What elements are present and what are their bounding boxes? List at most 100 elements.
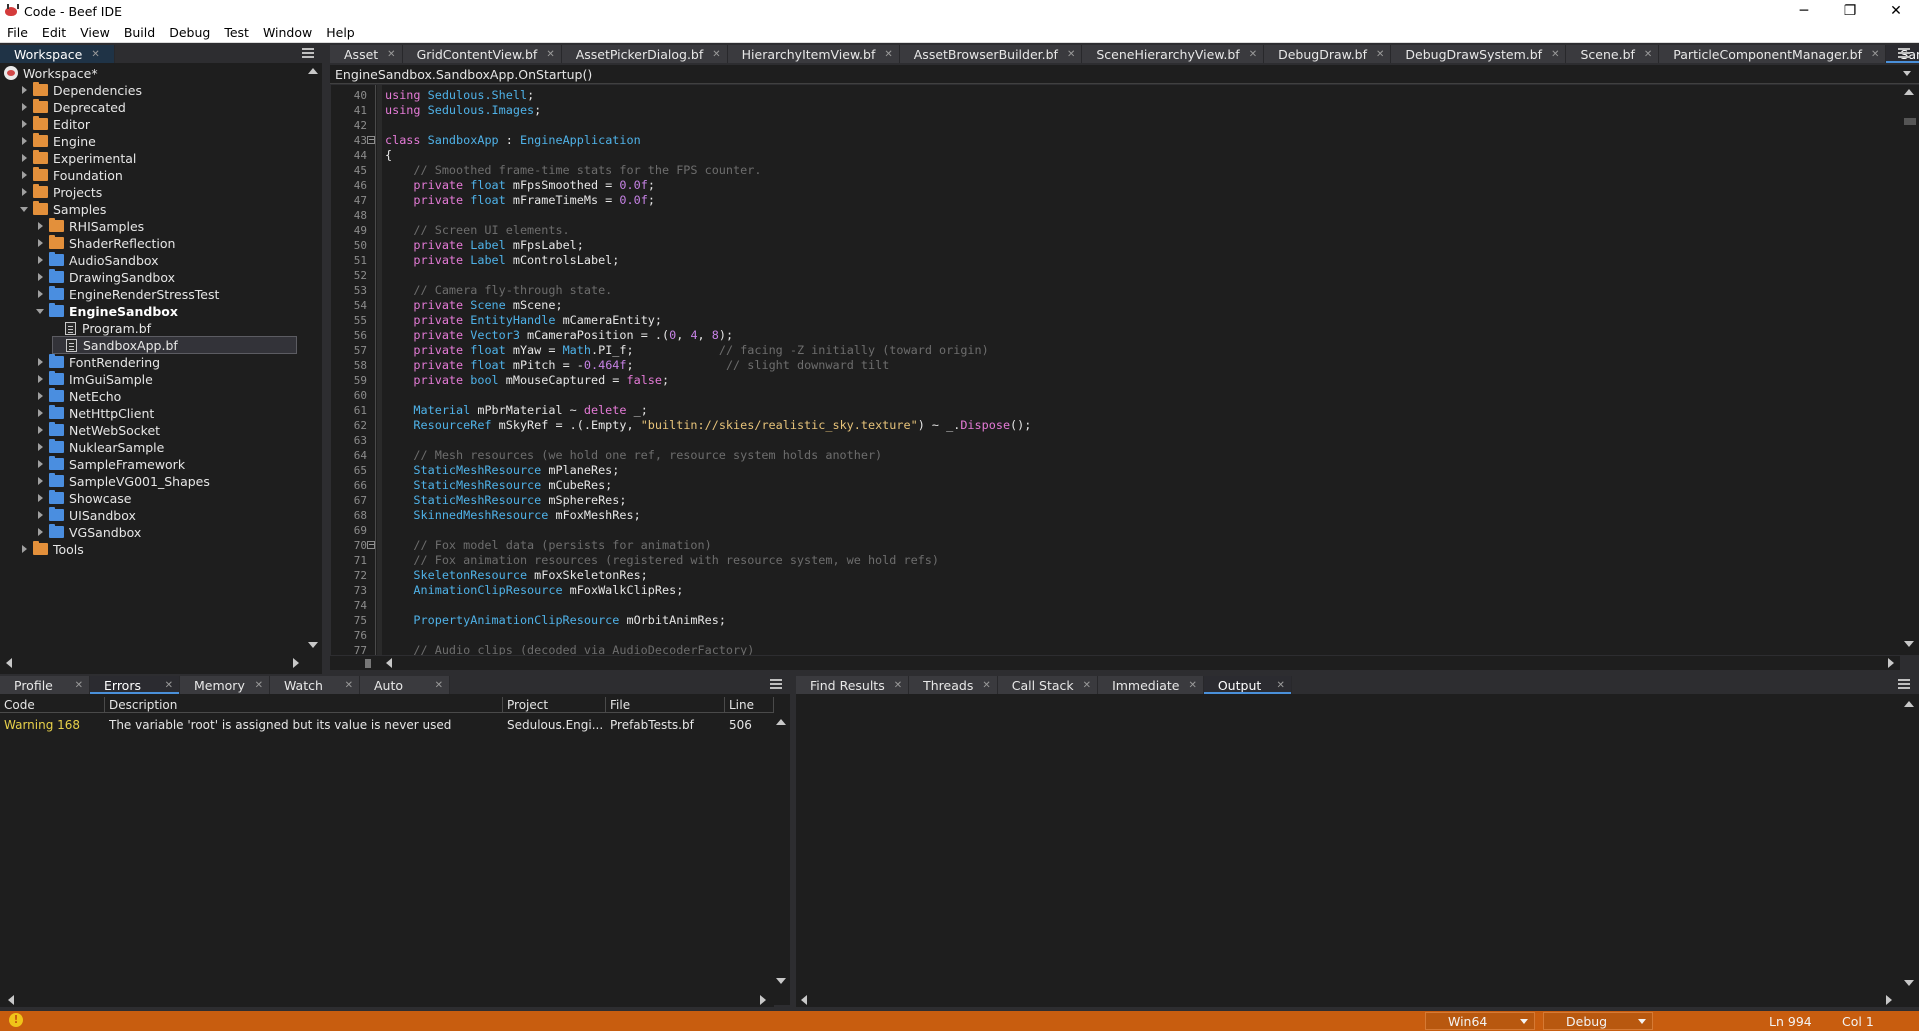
tree-file[interactable]: SandboxApp.bf (52, 336, 297, 354)
code-line[interactable]: // Fox model data (persists for animatio… (385, 538, 711, 553)
expand-right-icon[interactable] (36, 477, 44, 485)
tree-file[interactable]: Program.bf (52, 320, 151, 336)
scroll-right-icon[interactable] (1886, 995, 1896, 1005)
expand-right-icon[interactable] (36, 392, 44, 400)
code-line[interactable]: private Scene mScene; (385, 298, 562, 313)
close-tab-icon[interactable]: ✕ (1249, 49, 1257, 60)
close-tab-icon[interactable]: ✕ (1083, 680, 1091, 691)
tab-assetbrowserbuilder-bf[interactable]: AssetBrowserBuilder.bf ✕ (899, 45, 1083, 63)
tree-folder[interactable]: Dependencies (20, 82, 142, 98)
tree-folder[interactable]: EngineSandbox (36, 303, 178, 319)
code-line[interactable]: class SandboxApp : EngineApplication (385, 133, 641, 148)
expand-right-icon[interactable] (20, 86, 28, 94)
expand-right-icon[interactable] (20, 154, 28, 162)
close-tab-icon[interactable]: ✕ (1276, 680, 1284, 691)
fold-toggle-icon[interactable]: − (367, 136, 375, 144)
expand-right-icon[interactable] (36, 460, 44, 468)
tree-folder[interactable]: Workspace* (4, 65, 98, 81)
tree-folder[interactable]: ShaderReflection (36, 235, 175, 251)
expand-right-icon[interactable] (36, 256, 44, 264)
menu-test[interactable]: Test (217, 25, 256, 40)
close-tab-icon[interactable]: ✕ (387, 49, 395, 60)
expand-right-icon[interactable] (20, 188, 28, 196)
tab-particlecomponentmanager-bf[interactable]: ParticleComponentManager.bf ✕ (1659, 45, 1887, 63)
expand-right-icon[interactable] (36, 273, 44, 281)
tab-debugdraw-bf[interactable]: DebugDraw.bf ✕ (1264, 45, 1392, 63)
menu-help[interactable]: Help (319, 25, 362, 40)
tree-folder[interactable]: UISandbox (36, 507, 136, 523)
close-tab-icon[interactable]: ✕ (1376, 49, 1384, 60)
column-header[interactable]: Description (105, 697, 503, 713)
code-line[interactable]: using Sedulous.Shell; (385, 88, 541, 103)
tree-folder[interactable]: Experimental (20, 150, 136, 166)
code-area[interactable]: using Sedulous.Shell; using Sedulous.Ima… (385, 85, 1900, 655)
scroll-left-icon[interactable] (8, 995, 18, 1005)
close-tab-icon[interactable]: ✕ (1644, 49, 1652, 60)
code-line[interactable]: using Sedulous.Images; (385, 103, 541, 118)
expand-right-icon[interactable] (20, 171, 28, 179)
close-tab-icon[interactable]: ✕ (894, 680, 902, 691)
bottom-right-menu-icon[interactable] (1898, 679, 1910, 689)
column-header[interactable]: File (606, 697, 725, 713)
code-line[interactable]: private float mPitch = -0.464f; // sligh… (385, 358, 889, 373)
tab-debugdrawsystem-bf[interactable]: DebugDrawSystem.bf ✕ (1391, 45, 1567, 63)
minimize-button[interactable]: ─ (1781, 0, 1827, 22)
platform-dropdown[interactable]: Win64 (1425, 1012, 1535, 1030)
expand-right-icon[interactable] (20, 103, 28, 111)
tab-memory[interactable]: Memory ✕ (180, 676, 270, 694)
tab-scenehierarchyview-bf[interactable]: SceneHierarchyView.bf ✕ (1082, 45, 1265, 63)
tab-find-results[interactable]: Find Results ✕ (796, 676, 910, 694)
tree-folder[interactable]: NetEcho (36, 388, 121, 404)
close-tab-icon[interactable]: ✕ (712, 49, 720, 60)
scroll-down-icon[interactable] (1904, 641, 1914, 651)
close-tab-icon[interactable]: ✕ (435, 680, 443, 691)
tab-profile[interactable]: Profile ✕ (0, 676, 90, 694)
tab-asset[interactable]: Asset ✕ (330, 45, 403, 63)
output-text-area[interactable] (796, 697, 1896, 993)
code-line[interactable]: StaticMeshResource mPlaneRes; (385, 463, 619, 478)
expand-right-icon[interactable] (36, 222, 44, 230)
code-line[interactable]: StaticMeshResource mCubeRes; (385, 478, 612, 493)
column-header[interactable]: Project (503, 697, 606, 713)
code-line[interactable]: private float mFrameTimeMs = 0.0f; (385, 193, 655, 208)
expand-right-icon[interactable] (20, 120, 28, 128)
tree-folder[interactable]: Tools (20, 541, 84, 557)
tab-immediate[interactable]: Immediate ✕ (1098, 676, 1204, 694)
scroll-thumb[interactable] (1904, 118, 1916, 125)
expand-right-icon[interactable] (36, 528, 44, 536)
expand-right-icon[interactable] (36, 409, 44, 417)
tree-folder[interactable]: SampleVG001_Shapes (36, 473, 210, 489)
scroll-left-icon[interactable] (801, 995, 811, 1005)
code-editor[interactable]: 40 41 42 43−44 45 46 47 48 49 50 51 52 53 54 55 56 57 58 5… (330, 85, 1900, 655)
fold-toggle-icon[interactable]: − (367, 541, 375, 549)
tab-output[interactable]: Output ✕ (1203, 676, 1292, 694)
tab-threads[interactable]: Threads ✕ (909, 676, 998, 694)
expand-right-icon[interactable] (36, 375, 44, 383)
scroll-right-icon[interactable] (1888, 658, 1898, 668)
tree-folder[interactable]: DrawingSandbox (36, 269, 175, 285)
code-line[interactable]: Material mPbrMaterial ~ delete _; (385, 403, 647, 418)
close-tab-icon[interactable]: ✕ (546, 49, 554, 60)
close-tab-icon[interactable]: ✕ (75, 680, 83, 691)
tree-folder[interactable]: RHISamples (36, 218, 144, 234)
column-header[interactable]: Code (0, 697, 105, 713)
code-line[interactable]: private float mFpsSmoothed = 0.0f; (385, 178, 655, 193)
table-row[interactable]: Warning 168 The variable 'root' is assign… (0, 717, 774, 734)
config-dropdown[interactable]: Debug (1543, 1012, 1653, 1030)
warning-icon[interactable]: ! (9, 1013, 23, 1027)
code-line[interactable]: PropertyAnimationClipResource mOrbitAnim… (385, 613, 726, 628)
code-line[interactable]: private Label mFpsLabel; (385, 238, 583, 253)
close-tab-icon[interactable]: ✕ (165, 680, 173, 691)
scroll-right-icon[interactable] (293, 658, 303, 668)
menu-edit[interactable]: Edit (35, 25, 73, 40)
code-line[interactable]: // Camera fly-through state. (385, 283, 612, 298)
code-line[interactable]: { (385, 148, 392, 163)
close-tab-icon[interactable]: ✕ (982, 680, 990, 691)
code-line[interactable]: private bool mMouseCaptured = false; (385, 373, 669, 388)
tree-folder[interactable]: Foundation (20, 167, 123, 183)
tree-folder[interactable]: AudioSandbox (36, 252, 159, 268)
code-line[interactable]: private float mYaw = Math.PI_f; // facin… (385, 343, 988, 358)
tab-gridcontentview-bf[interactable]: GridContentView.bf ✕ (402, 45, 562, 63)
scroll-left-icon[interactable] (6, 658, 16, 668)
menu-window[interactable]: Window (256, 25, 319, 40)
